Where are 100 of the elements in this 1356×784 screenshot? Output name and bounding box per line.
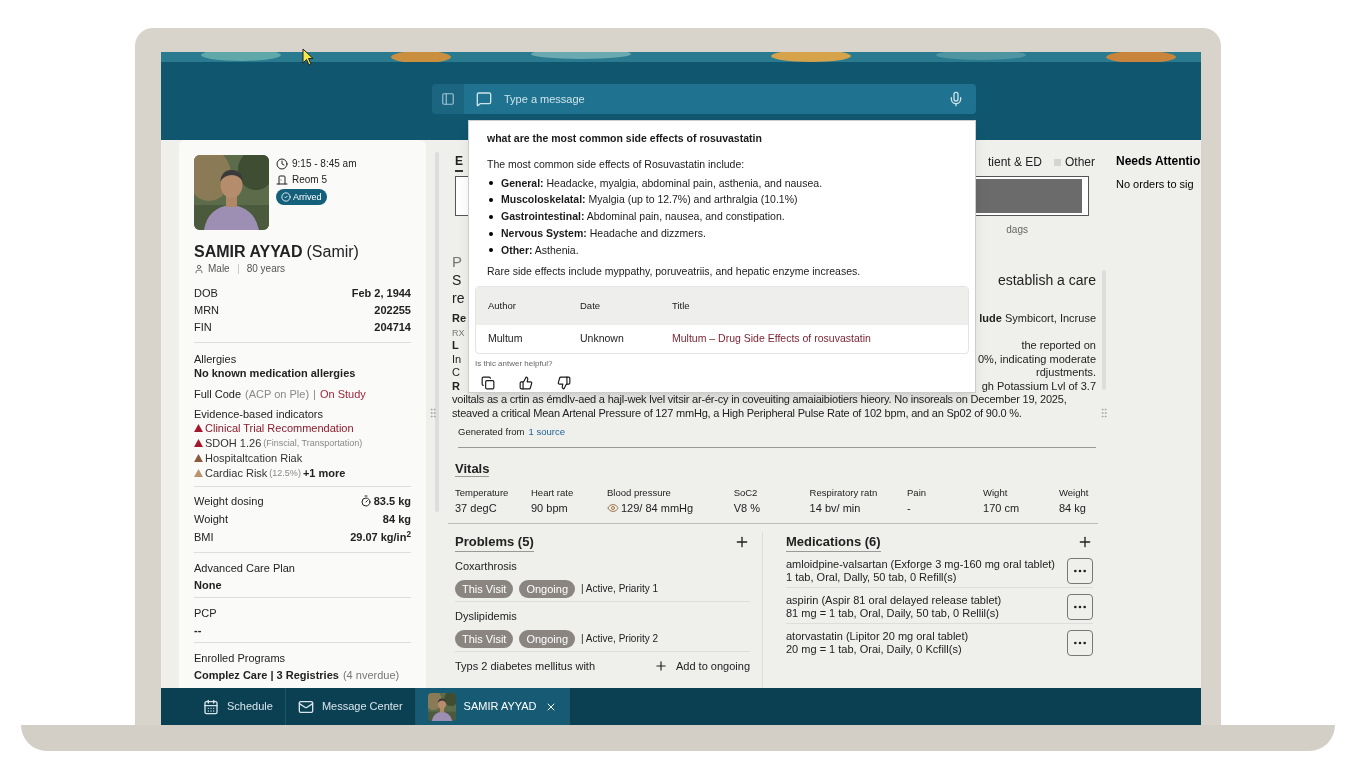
answer-bullet: Other: Asthenia.	[501, 242, 579, 258]
legend-label: Other	[1065, 154, 1095, 171]
vital-value: 129/ 84 mmHg	[620, 501, 694, 516]
medication-name: atorvastatin (Lipitor 20 mg oral tablet)	[786, 630, 969, 643]
summary-text: lude Symbicort, Incruse	[979, 312, 1096, 324]
medication-sig: 20 mg = 1 tab, Orai, Daily, 0 Kcfill(s)	[786, 643, 963, 656]
field-value: 202255	[374, 303, 411, 317]
preferred-name: (Samir)	[306, 242, 359, 262]
field-value: Feb 2, 1944	[351, 286, 411, 300]
code-status: Full Code	[194, 387, 242, 401]
patient-name: SAMIR AYYAD	[194, 242, 303, 262]
study-link[interactable]: On Study	[319, 387, 366, 401]
medication-sig: 1 tab, Oral, Dally, 50 tab, 0 Refill(s)	[786, 571, 958, 584]
problem-name: Coxarthrosis	[455, 559, 517, 574]
indicator-link[interactable]: SDOH 1.26	[205, 436, 262, 450]
indicator-detail: (Finscial, Transportation)	[263, 437, 363, 450]
answer-bullet: Muscoloskelatal: Myalgia (up to 12.7%) and arthralgia (10.1%)	[501, 192, 798, 208]
more-link[interactable]: +1 more	[302, 466, 346, 480]
message-field[interactable]: Type a message	[464, 84, 976, 114]
more-button[interactable]	[1067, 630, 1093, 656]
field-note: (4 nverdue)	[342, 668, 400, 682]
problem-status: | Active, Priarity 1	[581, 582, 659, 597]
summary-text: C	[452, 367, 460, 378]
vital-label: Weight	[1059, 485, 1090, 500]
plus-icon	[654, 659, 668, 674]
summary-text: In	[452, 353, 462, 365]
vital-label: Pain	[907, 485, 928, 500]
sidebar-toggle-button[interactable]	[432, 84, 464, 114]
vital-value: 37 degC	[455, 501, 497, 516]
field-label: MRN	[194, 303, 220, 317]
source-link[interactable]: 1 source	[528, 424, 565, 439]
field-value: --	[194, 623, 202, 637]
more-button[interactable]	[1067, 594, 1093, 620]
drag-handle-icon[interactable]	[1098, 405, 1110, 421]
appointment-time: 9:15 - 8:45 am	[292, 157, 357, 171]
field-value: 83.5 kg	[373, 494, 411, 508]
field-value: Complez Care | 3 Registries	[194, 668, 339, 682]
vital-label: Blood pressure	[606, 485, 672, 500]
person-icon	[194, 264, 204, 274]
axis-label: dags	[1006, 223, 1028, 237]
age-label: 80 years	[246, 262, 286, 276]
vital-value: 84 kg	[1059, 501, 1086, 516]
summary-text: Re	[452, 312, 467, 324]
empty-message: No orders to sig	[1116, 177, 1195, 192]
section-title: Medications (6)	[786, 531, 881, 552]
field-label: BMI	[194, 530, 214, 544]
thumbs-up-icon[interactable]	[519, 376, 533, 390]
medication-name: amloidpine-valsartan (Exforge 3 mg-160 mg oral tablet)	[786, 558, 1056, 571]
more-button[interactable]	[1067, 558, 1093, 584]
column-header: Title	[672, 298, 690, 313]
vital-label: Temperature	[455, 485, 510, 500]
indicator-detail: (12.5%)	[269, 467, 301, 480]
add-to-ongoing-button[interactable]: Add to ongoing	[654, 658, 750, 675]
indicator-link[interactable]: Hospitaltcation Riak	[205, 451, 303, 465]
calendar-icon	[203, 698, 219, 715]
summary-text: S	[452, 273, 462, 287]
taskbar-tab[interactable]: SAMIR AYYAD	[415, 688, 570, 725]
medication-name: aspirin (Aspir 81 oral delayed release tablet)	[786, 594, 1002, 607]
problem-tag[interactable]: This Visit	[455, 579, 514, 598]
indicator-link[interactable]: Cardiac Risk	[205, 466, 268, 480]
vital-label: Respiratory ratn	[809, 485, 879, 500]
vital-value: -	[907, 501, 911, 516]
summary-text: R	[452, 380, 460, 392]
vital-value: 170 cm	[983, 501, 1020, 516]
field-label: PCP	[194, 606, 218, 620]
summary-text: 0%, indicating moderate	[978, 353, 1096, 365]
indicator-link[interactable]: Clinical Trial Recommendation	[205, 421, 354, 435]
summary-text: re	[452, 291, 465, 305]
field-value: None	[194, 578, 222, 592]
problem-tag[interactable]: Ongoing	[519, 579, 575, 598]
summary-text: RX	[452, 328, 465, 338]
problem-name: Dyslipidemis	[455, 609, 517, 624]
copy-icon[interactable]	[481, 376, 495, 390]
summary-text: steaved a critical Mean Artenal Pressure of 127 mmHg, a High Peripheral Pulse Rate of 102 bpm, and an Sp02 of 90.0 %.	[452, 405, 1023, 420]
problem-tag[interactable]: This Visit	[455, 629, 514, 648]
section-tab[interactable]: E	[455, 152, 463, 172]
bullet-icon	[489, 181, 493, 186]
section-title: Vitals	[455, 460, 490, 477]
source-note: Generated from	[458, 424, 525, 439]
message-input[interactable]: Type a message	[504, 90, 936, 108]
microphone-icon[interactable]	[948, 91, 964, 107]
clock-icon	[276, 158, 288, 170]
vital-label: SoC2	[733, 485, 759, 500]
problem-tag[interactable]: Ongoing	[519, 629, 575, 648]
summary-text: L	[452, 340, 459, 351]
question-text: what are the most common side effects of rosuvastatin	[487, 131, 763, 146]
table-cell[interactable]: Multum – Drug Side Effects of rosuvastatin	[672, 331, 871, 347]
eye-icon	[606, 502, 619, 515]
chat-icon	[476, 91, 492, 107]
field-value: 29.07 kg/in$^{2}$	[350, 530, 411, 544]
field-label: Allergies	[194, 352, 238, 366]
summary-text: voiltals as a crtin as émdlv-aed a hajl-wek lvel vitsir ar-ér-cy in coveuiting amaiaibiotiers hieory. No insoreals on December 19, 2025,	[452, 392, 1068, 406]
thumbs-down-icon[interactable]	[557, 376, 571, 390]
vital-value: V8 %	[733, 501, 760, 516]
answer-bullet: Gastrointestinal: Abdominal pain, nausea, and constipation.	[501, 209, 785, 224]
problem-name: Typs 2 diabetes mellitus with	[455, 659, 595, 674]
vital-value: 14 bv/ min	[809, 501, 861, 516]
table-cell-text: Multum	[488, 331, 524, 347]
drag-handle-icon[interactable]	[427, 405, 439, 421]
bullet-icon	[489, 231, 493, 236]
